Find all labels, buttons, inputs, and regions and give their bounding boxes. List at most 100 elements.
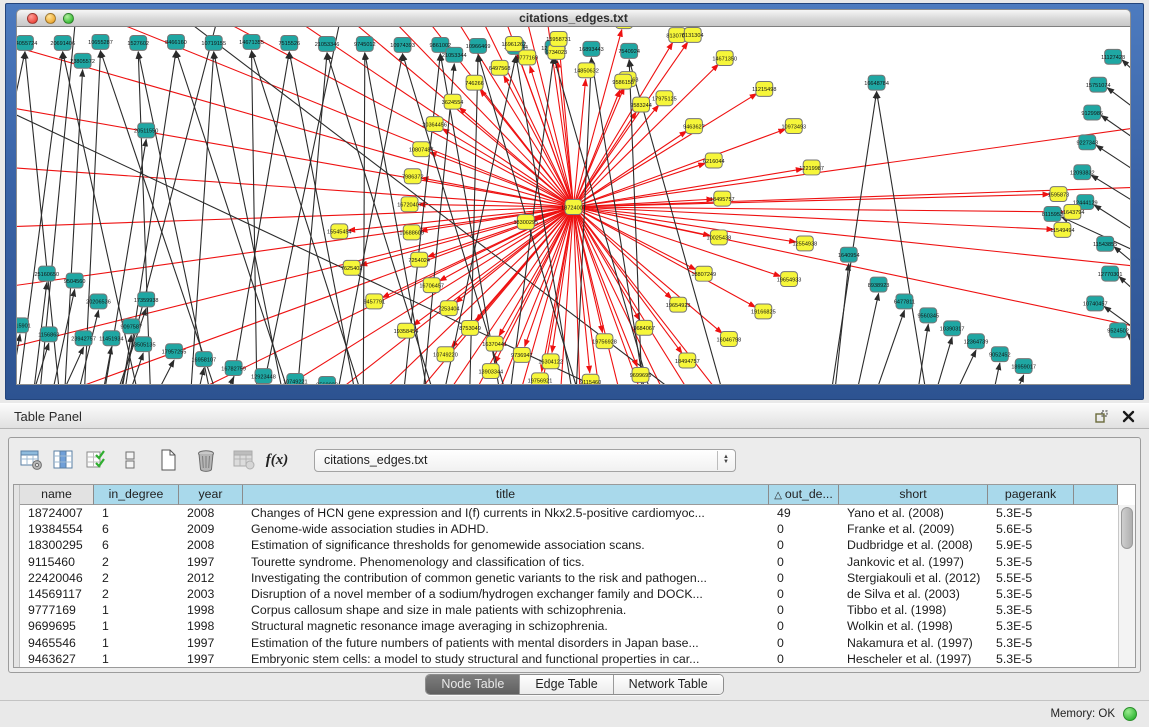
- graph-node[interactable]: 7254024: [408, 252, 430, 267]
- graph-node[interactable]: 14671355: [239, 34, 264, 49]
- delete-icon[interactable]: [194, 448, 218, 472]
- graph-node[interactable]: 9097587: [120, 319, 142, 334]
- graph-node[interactable]: 10966469: [466, 38, 491, 53]
- graph-node[interactable]: 11215498: [752, 81, 776, 96]
- graph-node[interactable]: 3624554: [442, 94, 464, 109]
- graph-node[interactable]: 24055724: [17, 35, 37, 50]
- graph-node[interactable]: 9777169: [516, 50, 538, 65]
- graph-node[interactable]: 1595873: [1048, 187, 1070, 202]
- graph-node[interactable]: 1527602: [127, 35, 149, 50]
- graph-node[interactable]: 11549494: [1050, 222, 1074, 237]
- graph-node[interactable]: 9227343: [1076, 135, 1098, 150]
- graph-node[interactable]: 8466160: [165, 34, 187, 49]
- import-table-icon[interactable]: [232, 448, 256, 472]
- graph-node[interactable]: 20511550: [134, 123, 158, 138]
- graph-node[interactable]: 3915901: [17, 318, 31, 333]
- graph-node[interactable]: 12093832: [1070, 165, 1095, 180]
- graph-node[interactable]: 12219987: [799, 160, 824, 175]
- graph-node[interactable]: 13903344: [478, 364, 503, 379]
- graph-node[interactable]: 9463627: [683, 119, 705, 134]
- graph-node[interactable]: 20691406: [50, 35, 75, 50]
- window-titlebar[interactable]: citations_edges.txt: [16, 9, 1131, 27]
- graph-node[interactable]: 11127428: [1101, 49, 1125, 64]
- graph-node[interactable]: 15958731: [546, 31, 571, 46]
- graph-node[interactable]: 10973493: [781, 119, 806, 134]
- graph-node[interactable]: 11643794: [1060, 205, 1084, 220]
- graph-node[interactable]: 8938923: [868, 277, 890, 292]
- column-header-in_degree[interactable]: in_degree: [94, 485, 179, 505]
- graph-node[interactable]: 14850632: [574, 63, 599, 78]
- graph-node[interactable]: 20206536: [86, 294, 111, 309]
- graph-node[interactable]: 18300295: [513, 214, 538, 229]
- graph-node[interactable]: 20364456: [422, 117, 447, 132]
- graph-node[interactable]: 16893443: [579, 41, 604, 56]
- graph-node[interactable]: 15751074: [1086, 77, 1111, 92]
- graph-node[interactable]: 17957255: [162, 344, 187, 359]
- graph-node[interactable]: 16782759: [221, 361, 246, 376]
- vertical-scrollbar[interactable]: [1118, 505, 1135, 667]
- graph-node[interactable]: 19654933: [777, 272, 802, 287]
- graph-node[interactable]: 7253404: [438, 301, 460, 316]
- graph-node[interactable]: 18959017: [1011, 359, 1036, 374]
- graph-node[interactable]: 10390317: [940, 321, 965, 336]
- graph-node[interactable]: 15545454: [327, 224, 352, 239]
- graph-node[interactable]: 16304122: [538, 354, 563, 369]
- table-row[interactable]: 969969511998Structural magnetic resonanc…: [20, 618, 1118, 634]
- graph-node[interactable]: 9457791: [363, 294, 385, 309]
- graph-node[interactable]: 7515526: [278, 35, 300, 50]
- graph-node[interactable]: 18724007: [561, 200, 586, 215]
- zoom-window-button[interactable]: [63, 13, 74, 24]
- new-file-icon[interactable]: [156, 448, 180, 472]
- graph-node[interactable]: 11543855: [1093, 236, 1117, 251]
- graph-node[interactable]: 16370441: [482, 336, 507, 351]
- tab-node-table[interactable]: Node Table: [426, 675, 520, 694]
- select-columns-icon[interactable]: [85, 448, 109, 472]
- table-row[interactable]: 977716911998Corpus callosum shape and si…: [20, 602, 1118, 618]
- graph-node[interactable]: 11451934: [99, 331, 123, 346]
- graph-node[interactable]: 18495757: [710, 191, 735, 206]
- table-row[interactable]: 2242004622012Investigating the contribut…: [20, 570, 1118, 586]
- graph-node[interactable]: 17359938: [134, 292, 159, 307]
- close-icon[interactable]: [1122, 410, 1135, 423]
- graph-node[interactable]: 10653287: [612, 27, 637, 29]
- graph-node[interactable]: 1640954: [838, 247, 860, 262]
- graph-node[interactable]: 18494757: [675, 353, 700, 368]
- table-row[interactable]: 1938455462009Genome-wide association stu…: [20, 521, 1118, 537]
- network-graph-canvas[interactable]: 2405572420691406106552871527602846616010…: [17, 27, 1130, 384]
- graph-node[interactable]: 10719155: [201, 35, 226, 50]
- graph-node[interactable]: 23942757: [71, 331, 96, 346]
- graph-node[interactable]: 16958107: [191, 352, 216, 367]
- graph-node[interactable]: 9745012: [354, 36, 376, 51]
- graph-node[interactable]: 25160650: [34, 266, 59, 281]
- table-settings-icon[interactable]: [19, 448, 43, 472]
- graph-node[interactable]: 9524502: [1107, 323, 1129, 338]
- table-row[interactable]: 946362711997Embryonic stem cells: a mode…: [20, 651, 1118, 667]
- graph-node[interactable]: 8131304: [682, 27, 704, 42]
- graph-node[interactable]: 23805572: [70, 53, 95, 68]
- table-row[interactable]: 1872400712008Changes of HCN gene express…: [20, 505, 1118, 521]
- float-window-icon[interactable]: [1095, 410, 1108, 423]
- graph-node[interactable]: 16046798: [717, 332, 742, 347]
- graph-node[interactable]: 1156863: [38, 327, 59, 342]
- graph-node[interactable]: 12554938: [793, 236, 818, 251]
- graph-node[interactable]: 7625402: [341, 260, 363, 275]
- graph-node[interactable]: 10807487: [409, 142, 434, 157]
- graph-node[interactable]: 9583244: [630, 97, 652, 112]
- graph-node[interactable]: 19166825: [751, 304, 776, 319]
- table-row[interactable]: 1830029562008Estimation of significance …: [20, 537, 1118, 553]
- graph-node[interactable]: 7986372: [402, 169, 424, 184]
- graph-node[interactable]: 12770301: [1098, 266, 1123, 281]
- graph-node[interactable]: 8753049: [459, 320, 481, 335]
- graph-node[interactable]: 7540924: [618, 43, 640, 58]
- graph-node[interactable]: 16648784: [864, 75, 889, 90]
- graph-node[interactable]: 9504560: [64, 273, 86, 288]
- graph-node[interactable]: 10974393: [390, 37, 415, 52]
- table-row[interactable]: 911546021997Tourette syndrome. Phenomeno…: [20, 554, 1118, 570]
- column-header-year[interactable]: year: [179, 485, 243, 505]
- graph-node[interactable]: 10025438: [707, 230, 732, 245]
- column-header-title[interactable]: title: [243, 485, 769, 505]
- function-builder-icon[interactable]: f(x): [265, 448, 289, 472]
- graph-node[interactable]: 9129986: [1081, 105, 1103, 120]
- tab-network-table[interactable]: Network Table: [614, 675, 723, 694]
- graph-node[interactable]: 9684067: [633, 320, 655, 335]
